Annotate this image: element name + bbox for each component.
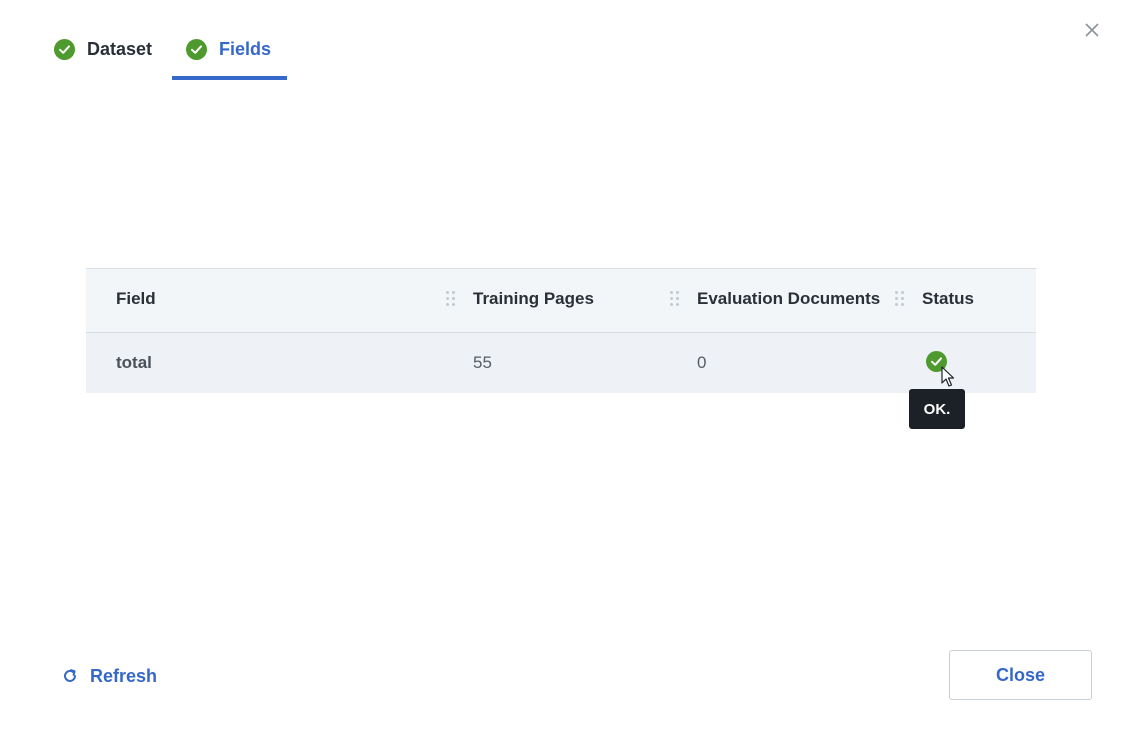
status-tooltip: OK. <box>909 389 965 429</box>
refresh-button[interactable]: Refresh <box>62 662 157 690</box>
column-header-evaluation-documents[interactable]: Evaluation Documents <box>697 289 880 309</box>
refresh-icon <box>64 669 76 682</box>
column-header-field[interactable]: Field <box>116 289 156 309</box>
tab-fields[interactable]: Fields <box>172 26 288 80</box>
check-circle-icon <box>54 38 75 60</box>
column-header-status[interactable]: Status <box>922 289 974 309</box>
dialog: Dataset Fields Field Training Pages Eval… <box>0 0 1121 730</box>
check-circle-icon <box>186 38 208 60</box>
refresh-label: Refresh <box>90 665 158 686</box>
tab-bar: Dataset Fields <box>40 26 288 80</box>
cell-evaluation-documents: 0 <box>697 353 707 372</box>
table-header: Field Training Pages Evaluation Document… <box>86 269 1036 333</box>
cell-training-pages: 55 <box>473 353 492 372</box>
column-header-training-pages[interactable]: Training Pages <box>473 289 594 309</box>
column-resize-handle[interactable] <box>895 291 905 309</box>
mouse-cursor-icon <box>941 366 955 387</box>
tab-dataset-label: Dataset <box>87 38 153 59</box>
cell-field: total <box>116 353 152 372</box>
tab-fields-label: Fields <box>219 38 272 59</box>
fields-table: Field Training Pages Evaluation Document… <box>86 268 1036 393</box>
column-resize-handle[interactable] <box>446 291 456 309</box>
column-resize-handle[interactable] <box>670 291 680 309</box>
table-row[interactable]: total 55 0 <box>86 333 1036 393</box>
close-icon[interactable] <box>1080 18 1104 42</box>
tab-dataset[interactable]: Dataset <box>40 26 168 80</box>
close-button[interactable]: Close <box>949 650 1092 700</box>
